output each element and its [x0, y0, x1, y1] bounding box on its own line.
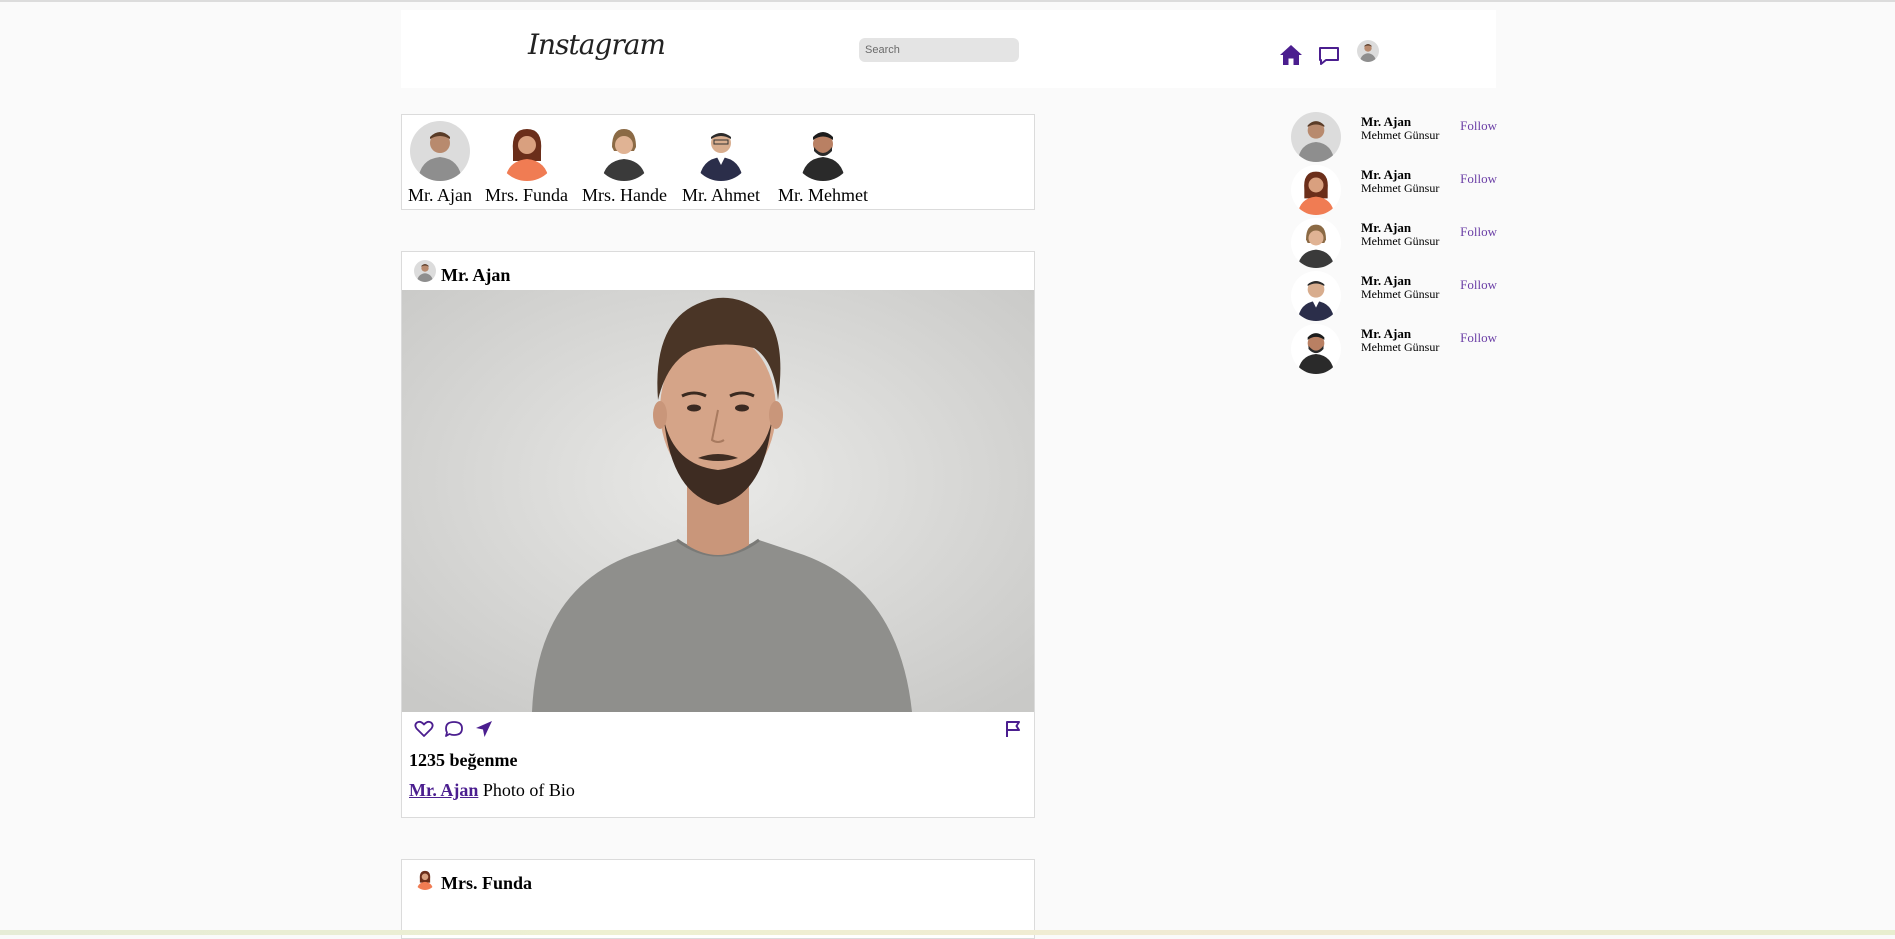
post-avatar[interactable] — [414, 260, 436, 282]
post-card: Mr. Ajan 1235 beğenme Mr. Ajan Photo of … — [401, 251, 1035, 818]
suggestion-avatar[interactable] — [1291, 271, 1341, 321]
post-actions — [414, 720, 494, 743]
story-item[interactable]: Mr. Ahmet — [682, 121, 760, 206]
story-label[interactable]: Mrs. Hande — [582, 185, 667, 206]
suggestion-subtitle: Mehmet Günsur — [1361, 340, 1440, 354]
suggestion-row: Mr. Ajan Mehmet Günsur Follow — [1291, 324, 1497, 374]
search-input[interactable] — [859, 38, 1019, 62]
follow-button[interactable]: Follow — [1460, 330, 1497, 346]
story-label[interactable]: Mr. Ahmet — [682, 185, 760, 206]
suggestion-row: Mr. Ajan Mehmet Günsur Follow — [1291, 112, 1497, 162]
suggestion-subtitle: Mehmet Günsur — [1361, 181, 1440, 195]
post-caption: Mr. Ajan Photo of Bio — [409, 780, 575, 801]
suggestion-subtitle: Mehmet Günsur — [1361, 287, 1440, 301]
suggestion-avatar[interactable] — [1291, 218, 1341, 268]
story-label[interactable]: Mr. Ajan — [408, 185, 472, 206]
caption-text: Photo of Bio — [478, 780, 575, 800]
post-username[interactable]: Mr. Ajan — [441, 265, 510, 286]
suggestion-avatar[interactable] — [1291, 165, 1341, 215]
heart-icon[interactable] — [414, 720, 434, 743]
post-username[interactable]: Mrs. Funda — [441, 873, 532, 894]
caption-username-link[interactable]: Mr. Ajan — [409, 780, 478, 800]
suggestion-row: Mr. Ajan Mehmet Günsur Follow — [1291, 271, 1497, 321]
story-item[interactable]: Mrs. Hande — [582, 121, 667, 206]
story-avatar[interactable] — [410, 121, 470, 181]
story-avatar[interactable] — [594, 121, 655, 181]
comment-icon[interactable] — [444, 720, 464, 743]
share-icon[interactable] — [474, 720, 494, 743]
suggestion-subtitle: Mehmet Günsur — [1361, 128, 1440, 142]
like-count: 1235 beğenme — [409, 750, 518, 770]
flag-icon[interactable] — [1004, 720, 1022, 743]
instagram-logo[interactable]: Instagram — [528, 28, 666, 61]
suggestion-avatar[interactable] — [1291, 112, 1341, 162]
suggestion-row: Mr. Ajan Mehmet Günsur Follow — [1291, 165, 1497, 215]
message-icon[interactable] — [1318, 46, 1340, 71]
suggestion-row: Mr. Ajan Mehmet Günsur Follow — [1291, 218, 1497, 268]
follow-button[interactable]: Follow — [1460, 277, 1497, 293]
suggestion-subtitle: Mehmet Günsur — [1361, 234, 1440, 248]
story-avatar[interactable] — [496, 121, 557, 181]
post-header: Mr. Ajan — [414, 260, 510, 285]
story-label[interactable]: Mr. Mehmet — [778, 185, 868, 206]
suggestion-avatar[interactable] — [1291, 324, 1341, 374]
post-header: Mrs. Funda — [414, 868, 532, 893]
story-item[interactable]: Mr. Mehmet — [778, 121, 868, 206]
post-avatar[interactable] — [414, 868, 436, 890]
story-item[interactable]: Mrs. Funda — [485, 121, 568, 206]
story-avatar[interactable] — [691, 121, 751, 181]
post-photo[interactable] — [402, 290, 1034, 712]
story-label[interactable]: Mrs. Funda — [485, 185, 568, 206]
profile-avatar[interactable] — [1357, 40, 1379, 62]
post-card: Mrs. Funda — [401, 859, 1035, 939]
stories-bar: Mr. Ajan Mrs. Funda Mrs. Hande Mr. Ahmet… — [401, 114, 1035, 210]
bottom-border — [0, 930, 1895, 935]
story-item[interactable]: Mr. Ajan — [408, 121, 472, 206]
follow-button[interactable]: Follow — [1460, 171, 1497, 187]
story-avatar[interactable] — [793, 121, 853, 181]
home-icon[interactable] — [1279, 44, 1303, 71]
top-border — [0, 0, 1895, 2]
follow-button[interactable]: Follow — [1460, 224, 1497, 240]
top-navbar: Instagram — [401, 10, 1496, 88]
follow-button[interactable]: Follow — [1460, 118, 1497, 134]
